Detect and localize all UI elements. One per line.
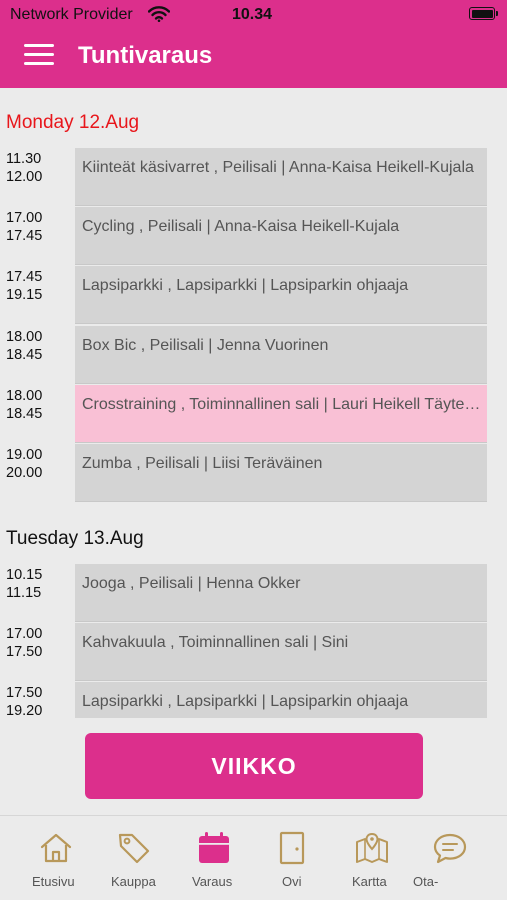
slot-times: 18.00 18.45 (6, 329, 43, 363)
class-label: Box Bic , Peilisali | Jenna Vuorinen (82, 337, 329, 354)
tab-label: Kartta (352, 874, 387, 889)
tab-label: Ota- (413, 874, 439, 889)
class-label: Kahvakuula , Toiminnallinen sali | Sini (82, 634, 349, 651)
slot-times: 18.00 18.45 (6, 388, 43, 422)
tag-icon (118, 833, 150, 864)
app-header: Tuntivaraus (0, 30, 507, 88)
schedule-slot: 18.00 18.45 Crosstraining , Toiminnalline… (0, 385, 507, 443)
tab-varaus[interactable]: Varaus (180, 816, 250, 900)
class-card[interactable]: Kiinteät käsivarret , Peilisali | Anna-K… (75, 148, 487, 206)
map-icon (356, 832, 388, 863)
clock-time: 10.34 (232, 6, 273, 23)
schedule-list[interactable]: Monday 12.Aug 11.30 12.00 Kiinteät käsiva… (0, 88, 507, 718)
schedule-slot: 10.15 11.15 Jooga , Peilisali | Henna Okk… (0, 564, 507, 622)
tab-label: Etusivu (32, 874, 75, 889)
class-card[interactable]: Box Bic , Peilisali | Jenna Vuorinen (75, 326, 487, 384)
wifi-icon (148, 6, 170, 22)
page-title: Tuntivaraus (78, 42, 213, 69)
class-label: Lapsiparkki , Lapsiparkki | Lapsiparkin … (82, 277, 409, 294)
bottom-tab-bar: Etusivu Kauppa Varaus Ovi Kartta Ota- (0, 815, 507, 900)
tab-kartta[interactable]: Kartta (336, 816, 408, 900)
slot-times: 17.00 17.45 (6, 210, 43, 244)
schedule-slot: 19.00 20.00 Zumba , Peilisali | Liisi Ter… (0, 444, 507, 502)
slot-times: 17.00 17.50 (6, 626, 43, 660)
class-label: Zumba , Peilisali | Liisi Teräväinen (82, 455, 323, 472)
calendar-icon (199, 832, 229, 863)
slot-times: 17.45 19.15 (6, 269, 43, 303)
schedule-slot: 17.45 19.15 Lapsiparkki , Lapsiparkki | L… (0, 266, 507, 324)
tab-etusivu[interactable]: Etusivu (20, 816, 92, 900)
class-label: Kiinteät käsivarret , Peilisali | Anna-K… (82, 159, 474, 176)
door-icon (279, 831, 305, 865)
slot-times: 11.30 12.00 (6, 151, 43, 185)
status-bar: Network Provider 10.34 (0, 0, 507, 30)
class-card[interactable]: Jooga , Peilisali | Henna Okker (75, 564, 487, 622)
schedule-slot: 17.50 19.20 Lapsiparkki , Lapsiparkki | L… (0, 682, 507, 718)
slot-times: 10.15 11.15 (6, 567, 43, 601)
tab-label: Kauppa (111, 874, 156, 889)
class-label: Cycling , Peilisali | Anna-Kaisa Heikell… (82, 218, 400, 235)
week-view-button[interactable]: VIIKKO (85, 733, 423, 799)
home-icon (40, 833, 72, 863)
class-card[interactable]: Kahvakuula , Toiminnallinen sali | Sini (75, 623, 487, 681)
tab-kauppa[interactable]: Kauppa (100, 816, 172, 900)
schedule-slot: 11.30 12.00 Kiinteät käsivarret , Peilisa… (0, 148, 507, 206)
slot-times: 17.50 19.20 (6, 685, 43, 718)
day-title-tuesday: Tuesday 13.Aug (6, 528, 144, 549)
class-card-highlighted[interactable]: Crosstraining , Toiminnallinen sali | La… (75, 385, 487, 443)
day-title-monday: Monday 12.Aug (6, 112, 140, 133)
battery-icon (469, 7, 498, 20)
carrier-name: Network Provider (10, 6, 133, 23)
schedule-slot: 18.00 18.45 Box Bic , Peilisali | Jenna V… (0, 326, 507, 384)
schedule-slot: 17.00 17.45 Cycling , Peilisali | Anna-Ka… (0, 207, 507, 265)
tab-ota[interactable]: Ota- (412, 816, 492, 900)
tab-label: Varaus (192, 874, 233, 889)
class-card[interactable]: Lapsiparkki , Lapsiparkki | Lapsiparkin … (75, 682, 487, 718)
tab-label: Ovi (282, 874, 302, 889)
class-label: Jooga , Peilisali | Henna Okker (82, 575, 301, 592)
class-card[interactable]: Zumba , Peilisali | Liisi Teräväinen (75, 444, 487, 502)
class-label: Lapsiparkki , Lapsiparkki | Lapsiparkin … (82, 693, 409, 710)
class-card[interactable]: Cycling , Peilisali | Anna-Kaisa Heikell… (75, 207, 487, 265)
class-card[interactable]: Lapsiparkki , Lapsiparkki | Lapsiparkin … (75, 266, 487, 324)
class-label: Crosstraining , Toiminnallinen sali | La… (82, 396, 482, 413)
slot-times: 19.00 20.00 (6, 447, 43, 481)
chat-icon (433, 833, 467, 864)
hamburger-menu-icon[interactable] (24, 44, 54, 66)
tab-ovi[interactable]: Ovi (258, 816, 328, 900)
schedule-slot: 17.00 17.50 Kahvakuula , Toiminnallinen s… (0, 623, 507, 681)
